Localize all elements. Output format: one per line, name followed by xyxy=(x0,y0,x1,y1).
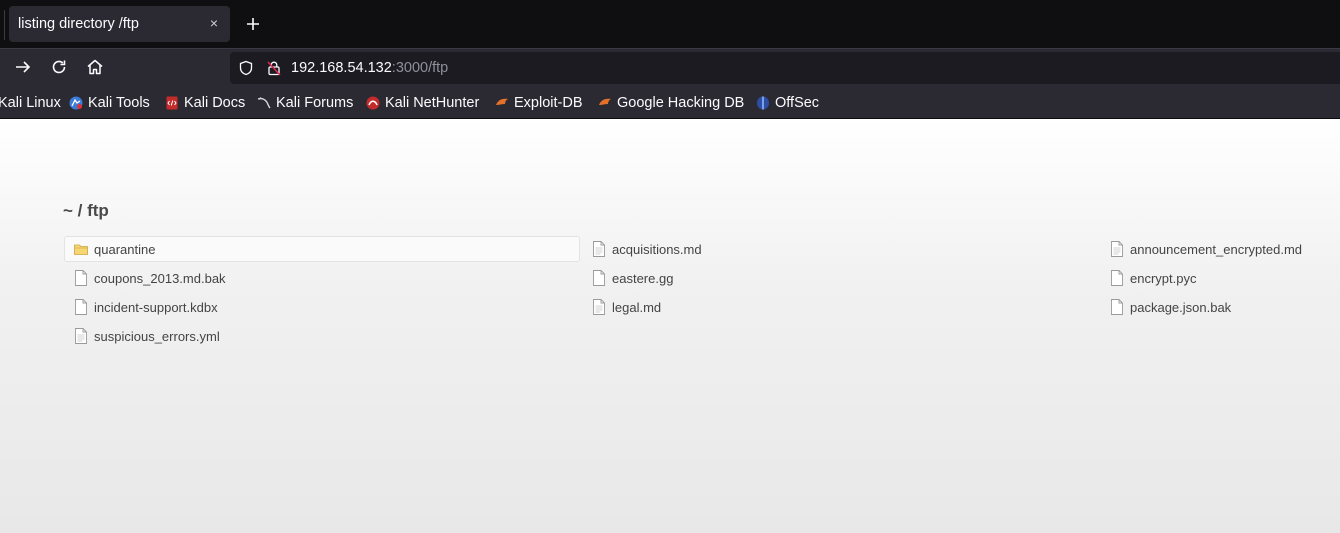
file-entry-acquisitions[interactable]: acquisitions.md xyxy=(592,236,702,262)
bookmark-kali-forums[interactable]: Kali Forums xyxy=(257,94,353,112)
tab-strip: listing directory /ftp × xyxy=(0,0,1340,48)
page-content: ~ / ftp quarantine acquisitions.md annou… xyxy=(0,119,1340,533)
file-icon xyxy=(75,328,87,344)
file-icon xyxy=(1111,241,1123,257)
ghdb-icon xyxy=(599,98,611,105)
tab-separator xyxy=(4,10,5,40)
tab-title: listing directory /ftp xyxy=(18,16,139,32)
folder-entry-quarantine[interactable]: quarantine xyxy=(64,236,580,262)
insecure-lock-icon[interactable] xyxy=(266,60,282,76)
kali-tools-icon xyxy=(69,96,83,110)
file-entry-announcement-encrypted[interactable]: announcement_encrypted.md xyxy=(1110,236,1302,262)
exploit-db-icon xyxy=(496,98,508,105)
bookmark-exploit-db[interactable]: Exploit-DB xyxy=(495,94,583,112)
file-entry-package-json[interactable]: package.json.bak xyxy=(1110,294,1231,320)
file-icon xyxy=(593,299,605,315)
kali-docs-icon xyxy=(166,96,178,110)
entry-name: coupons_2013.md.bak xyxy=(94,270,226,286)
url-host: 192.168.54.132 xyxy=(291,60,392,76)
home-icon[interactable] xyxy=(85,57,105,77)
file-entry-encrypt-pyc[interactable]: encrypt.pyc xyxy=(1110,265,1196,291)
bookmark-google-hacking-db[interactable]: Google Hacking DB xyxy=(598,94,744,112)
blank-file-icon xyxy=(593,270,605,286)
bookmark-label: Kali Forums xyxy=(276,95,354,111)
close-tab-icon[interactable]: × xyxy=(206,15,222,31)
page-title: ~ / ftp xyxy=(63,201,109,220)
bookmark-label: Kali Tools xyxy=(88,95,150,111)
new-tab-icon[interactable] xyxy=(243,14,263,34)
entry-name: legal.md xyxy=(612,299,662,315)
bookmark-label: Google Hacking DB xyxy=(617,95,745,111)
bookmark-label: Exploit-DB xyxy=(514,95,583,111)
entry-name: incident-support.kdbx xyxy=(94,299,218,315)
nethunter-icon xyxy=(366,96,380,110)
tab-active[interactable]: listing directory /ftp × xyxy=(9,6,230,42)
entry-name: eastere.gg xyxy=(612,270,674,286)
bookmark-label: Kali Docs xyxy=(184,95,246,111)
blank-file-icon xyxy=(1111,299,1123,315)
bookmark-kali-linux[interactable]: Kali Linux xyxy=(0,94,61,112)
nav-bar: 192.168.54.132:3000/ftp xyxy=(0,48,1340,86)
bookmark-label: Kali Linux xyxy=(0,95,61,111)
blank-file-icon xyxy=(1111,270,1123,286)
bookmark-kali-nethunter[interactable]: Kali NetHunter xyxy=(366,94,479,112)
kali-dragon-icon xyxy=(257,97,271,109)
bookmark-label: OffSec xyxy=(775,95,820,111)
file-entry-coupons[interactable]: coupons_2013.md.bak xyxy=(74,265,226,291)
entry-name: acquisitions.md xyxy=(612,241,702,257)
folder-icon xyxy=(74,244,88,255)
bookmark-kali-docs[interactable]: Kali Docs xyxy=(165,94,245,112)
forward-arrow-icon[interactable] xyxy=(13,57,33,77)
url-path: :3000/ftp xyxy=(391,60,449,76)
entry-name: encrypt.pyc xyxy=(1130,270,1197,286)
reload-icon[interactable] xyxy=(49,57,69,77)
address-bar[interactable]: 192.168.54.132:3000/ftp xyxy=(230,52,1340,84)
tracking-protection-shield-icon[interactable] xyxy=(238,60,254,76)
entry-name: package.json.bak xyxy=(1130,299,1232,315)
blank-file-icon xyxy=(75,270,87,286)
bookmarks-toolbar: Kali Linux Kali Tools Kali Docs Kali For… xyxy=(0,86,1340,119)
file-entry-eastere[interactable]: eastere.gg xyxy=(592,265,673,291)
bookmark-kali-tools[interactable]: Kali Tools xyxy=(69,94,150,112)
entry-name: announcement_encrypted.md xyxy=(1130,241,1303,257)
file-entry-suspicious-errors[interactable]: suspicious_errors.yml xyxy=(74,323,220,349)
file-icon xyxy=(593,241,605,257)
bookmark-label: Kali NetHunter xyxy=(385,95,480,111)
file-entry-legal[interactable]: legal.md xyxy=(592,294,661,320)
blank-file-icon xyxy=(75,299,87,315)
url-text[interactable]: 192.168.54.132:3000/ftp xyxy=(291,60,448,76)
file-entry-incident-support[interactable]: incident-support.kdbx xyxy=(74,294,218,320)
entry-name: suspicious_errors.yml xyxy=(94,328,220,344)
entry-name: quarantine xyxy=(94,241,156,257)
offsec-icon xyxy=(757,96,769,110)
bookmark-offsec[interactable]: OffSec xyxy=(756,94,819,112)
